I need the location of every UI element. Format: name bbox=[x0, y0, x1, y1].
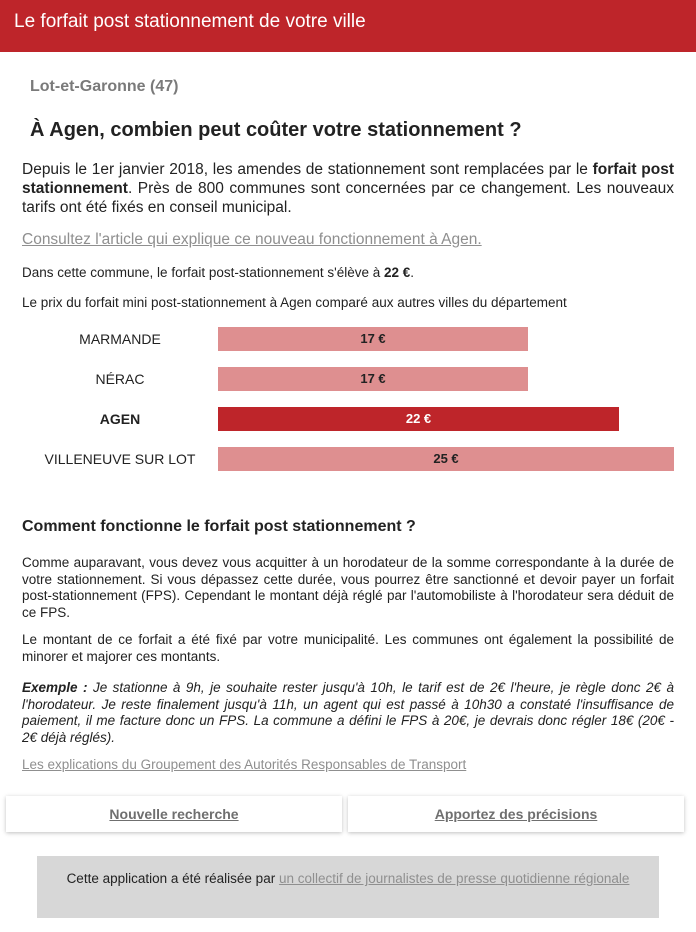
chart-bar: 17 € bbox=[218, 327, 528, 351]
chart-city-label: MARMANDE bbox=[79, 331, 161, 347]
amount-value: 22 € bbox=[384, 265, 411, 280]
intro-paragraph: Depuis le 1er janvier 2018, les amendes … bbox=[22, 160, 674, 217]
comparison-intro: Le prix du forfait mini post-stationneme… bbox=[22, 295, 567, 310]
chart-city-label: AGEN bbox=[99, 411, 141, 427]
amount-line: Dans cette commune, le forfait post-stat… bbox=[22, 265, 414, 280]
header-bar: Le forfait post stationnement de votre v… bbox=[0, 0, 696, 52]
footer-credits: Cette application a été réalisée par un … bbox=[37, 856, 659, 918]
chart-bar: 22 € bbox=[218, 407, 619, 431]
explanation-paragraph-1: Comme auparavant, vous devez vous acquit… bbox=[22, 555, 674, 620]
explanation-paragraph-2: Le montant de ce forfait a été fixé par … bbox=[22, 632, 674, 664]
article-link[interactable]: Consultez l'article qui explique ce nouv… bbox=[22, 231, 482, 249]
chart-city-label: NÉRAC bbox=[95, 371, 145, 387]
example-paragraph: Exemple : Je stationne à 9h, je souhaite… bbox=[22, 680, 674, 746]
new-search-button[interactable]: Nouvelle recherche bbox=[6, 796, 342, 832]
chart-row: AGEN 22 € bbox=[0, 407, 696, 431]
footer-collective-link[interactable]: un collectif de journalistes de presse q… bbox=[279, 871, 629, 886]
app-title: Le forfait post stationnement de votre v… bbox=[14, 11, 366, 32]
contribute-button[interactable]: Apportez des précisions bbox=[348, 796, 684, 832]
footer-text: Cette application a été réalisée par bbox=[66, 871, 279, 886]
example-label: Exemple : bbox=[22, 680, 88, 695]
page-title: À Agen, combien peut coûter votre statio… bbox=[30, 119, 522, 141]
amount-text: Dans cette commune, le forfait post-stat… bbox=[22, 265, 385, 280]
intro-text-start: Depuis le 1er janvier 2018, les amendes … bbox=[22, 161, 593, 178]
amount-suffix: . bbox=[410, 265, 415, 280]
example-text: Je stationne à 9h, je souhaite rester ju… bbox=[22, 680, 675, 745]
gart-link[interactable]: Les explications du Groupement des Autor… bbox=[22, 757, 466, 772]
section-title: Comment fonctionne le forfait post stati… bbox=[22, 518, 416, 535]
chart-row: MARMANDE 17 € bbox=[0, 327, 696, 351]
chart-bar: 17 € bbox=[218, 367, 528, 391]
region-label: Lot-et-Garonne (47) bbox=[30, 78, 179, 95]
chart-row: VILLENEUVE SUR LOT 25 € bbox=[0, 447, 696, 471]
chart-row: NÉRAC 17 € bbox=[0, 367, 696, 391]
chart-city-label: VILLENEUVE SUR LOT bbox=[44, 451, 196, 467]
chart-bar: 25 € bbox=[218, 447, 674, 471]
